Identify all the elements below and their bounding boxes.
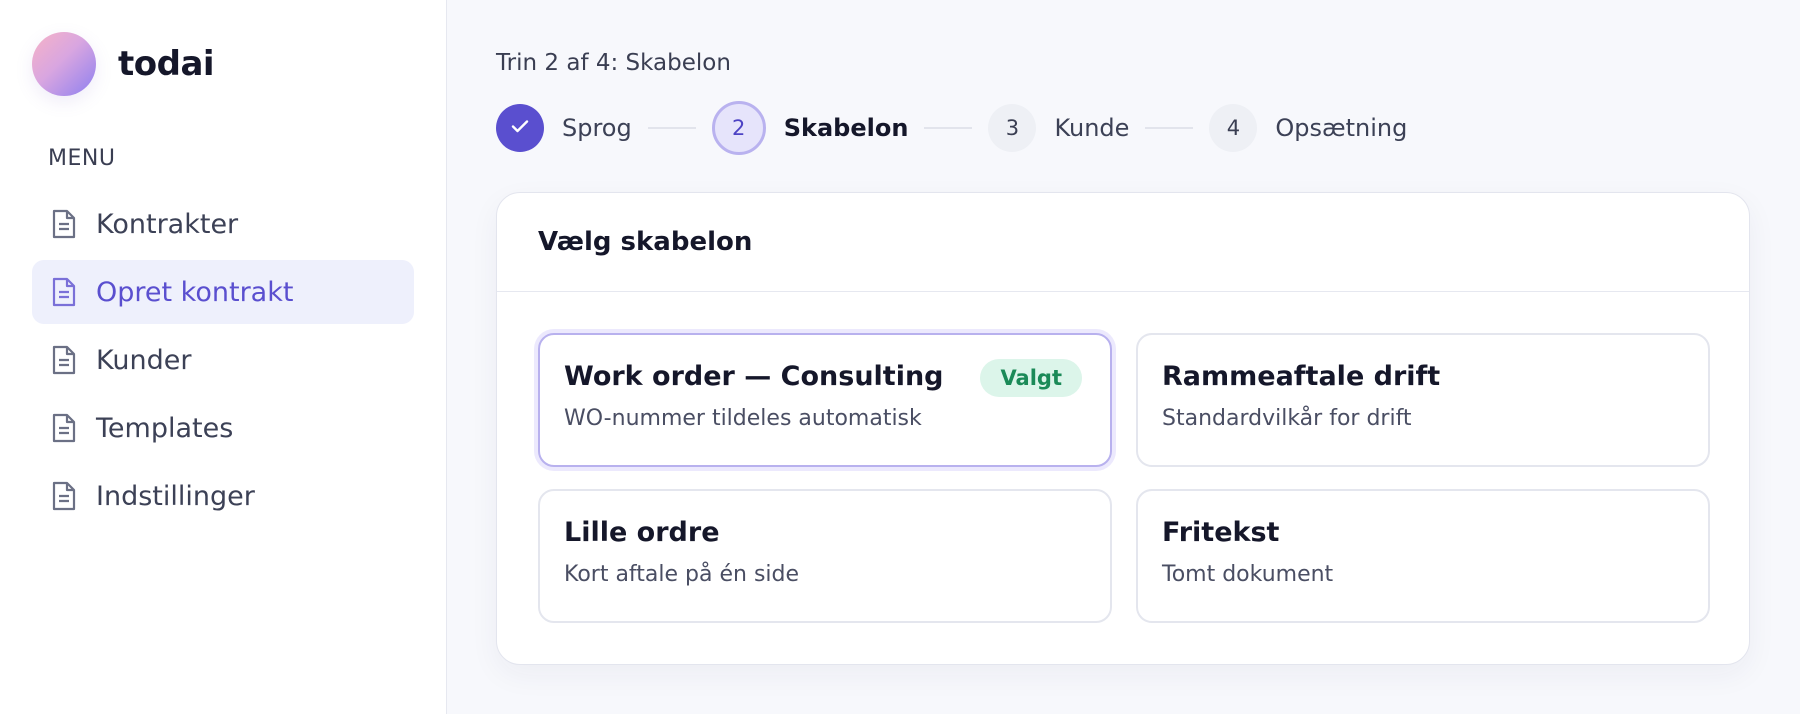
template-option-lille-ordre[interactable]: Lille ordre Kort aftale på én side [538,489,1112,623]
document-icon [50,344,78,376]
selected-badge: Valgt [980,359,1082,397]
step-label: Opsætning [1275,114,1408,142]
template-description: Tomt dokument [1162,562,1334,587]
sidebar: todai MENU Kontrakter Opret kontrakt Kun… [0,0,447,714]
menu-heading: MENU [48,146,116,171]
sidebar-item-kontrakter[interactable]: Kontrakter [32,192,414,256]
main-content: Trin 2 af 4: Skabelon Sprog 2 Skabelon 3… [448,0,1800,714]
document-icon [50,412,78,444]
template-card: Vælg skabelon Work order — Consulting WO… [496,192,1750,665]
brand-name: todai [118,44,215,84]
card-header: Vælg skabelon [497,193,1749,292]
template-description: WO-nummer tildeles automatisk [564,406,922,431]
sidebar-item-kunder[interactable]: Kunder [32,328,414,392]
sidebar-nav: Kontrakter Opret kontrakt Kunder Templat… [32,192,414,532]
template-title: Rammeaftale drift [1162,361,1441,392]
template-title: Fritekst [1162,517,1280,548]
step-circle: 3 [988,104,1037,152]
template-option-rammeaftale[interactable]: Rammeaftale drift Standardvilkår for dri… [1136,333,1710,467]
sidebar-item-label: Kunder [96,344,192,376]
step-caption: Trin 2 af 4: Skabelon [496,50,731,76]
sidebar-item-opret-kontrakt[interactable]: Opret kontrakt [32,260,414,324]
sidebar-item-indstillinger[interactable]: Indstillinger [32,464,414,528]
document-icon [50,480,78,512]
template-grid: Work order — Consulting WO-nummer tildel… [538,333,1710,623]
step-circle-current: 2 [711,101,766,155]
step-kunde[interactable]: 3 Kunde [988,104,1129,152]
step-opsaetning[interactable]: 4 Opsætning [1209,104,1407,152]
document-icon [50,208,78,240]
step-sprog[interactable]: Sprog [496,104,632,152]
check-icon [509,115,531,142]
step-circle-done [496,104,544,152]
sidebar-item-label: Kontrakter [96,208,239,240]
template-option-fritekst[interactable]: Fritekst Tomt dokument [1136,489,1710,623]
wizard-stepper: Sprog 2 Skabelon 3 Kunde 4 Opsætning [496,101,1407,155]
sidebar-item-label: Opret kontrakt [96,276,294,308]
document-icon [50,276,78,308]
card-title: Vælg skabelon [538,227,753,257]
template-description: Kort aftale på én side [564,562,800,587]
step-connector [1145,127,1194,129]
sidebar-item-label: Templates [96,412,234,444]
step-connector [924,127,973,129]
sidebar-item-templates[interactable]: Templates [32,396,414,460]
step-circle: 4 [1209,104,1258,152]
template-title: Lille ordre [564,517,720,548]
template-description: Standardvilkår for drift [1162,406,1412,431]
step-label: Kunde [1054,114,1130,142]
brand[interactable]: todai [32,32,215,96]
logo [32,32,96,96]
sidebar-item-label: Indstillinger [96,480,255,512]
template-option-work-order[interactable]: Work order — Consulting WO-nummer tildel… [538,333,1112,467]
step-label: Skabelon [783,114,909,142]
step-connector [647,127,696,129]
step-skabelon[interactable]: 2 Skabelon [711,101,909,155]
step-label: Sprog [562,114,632,142]
